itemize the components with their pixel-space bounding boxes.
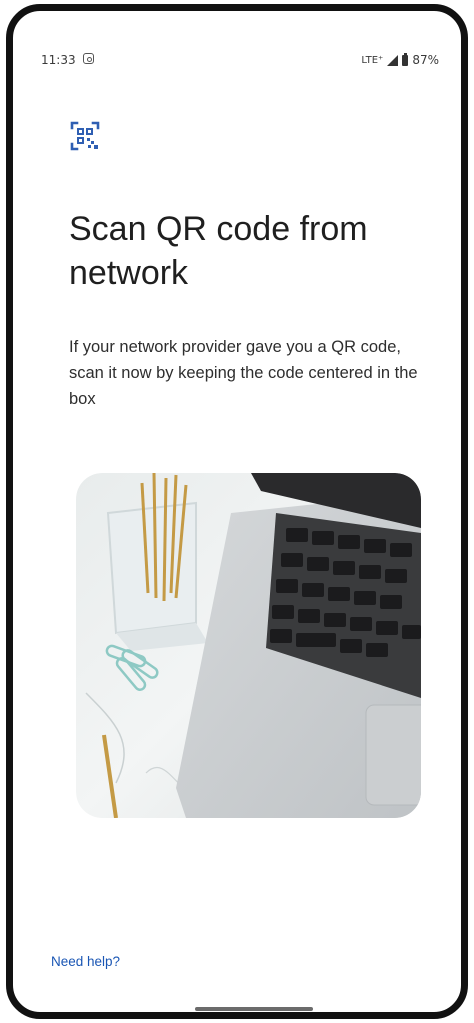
status-bar: 11:33 LTE⁺ 87% bbox=[13, 11, 461, 67]
camera-notification-icon bbox=[83, 53, 94, 64]
laptop-desk-illustration bbox=[76, 473, 421, 818]
battery-icon bbox=[402, 52, 409, 66]
status-indicators: LTE⁺ 87% bbox=[361, 52, 439, 67]
signal-icon bbox=[387, 54, 399, 66]
phone-frame: 11:33 LTE⁺ 87% Scan QR code from network… bbox=[6, 4, 468, 1019]
qr-code-scan-icon bbox=[70, 121, 100, 151]
page-description: If your network provider gave you a QR c… bbox=[69, 338, 418, 408]
network-type: LTE⁺ bbox=[361, 54, 384, 66]
need-help-link[interactable]: Need help? bbox=[51, 954, 120, 969]
page-title: Scan QR code from network bbox=[69, 210, 368, 292]
status-time: 11:33 bbox=[41, 53, 76, 67]
battery-percent: 87% bbox=[412, 53, 439, 67]
gesture-navigation-handle[interactable] bbox=[195, 1007, 313, 1011]
